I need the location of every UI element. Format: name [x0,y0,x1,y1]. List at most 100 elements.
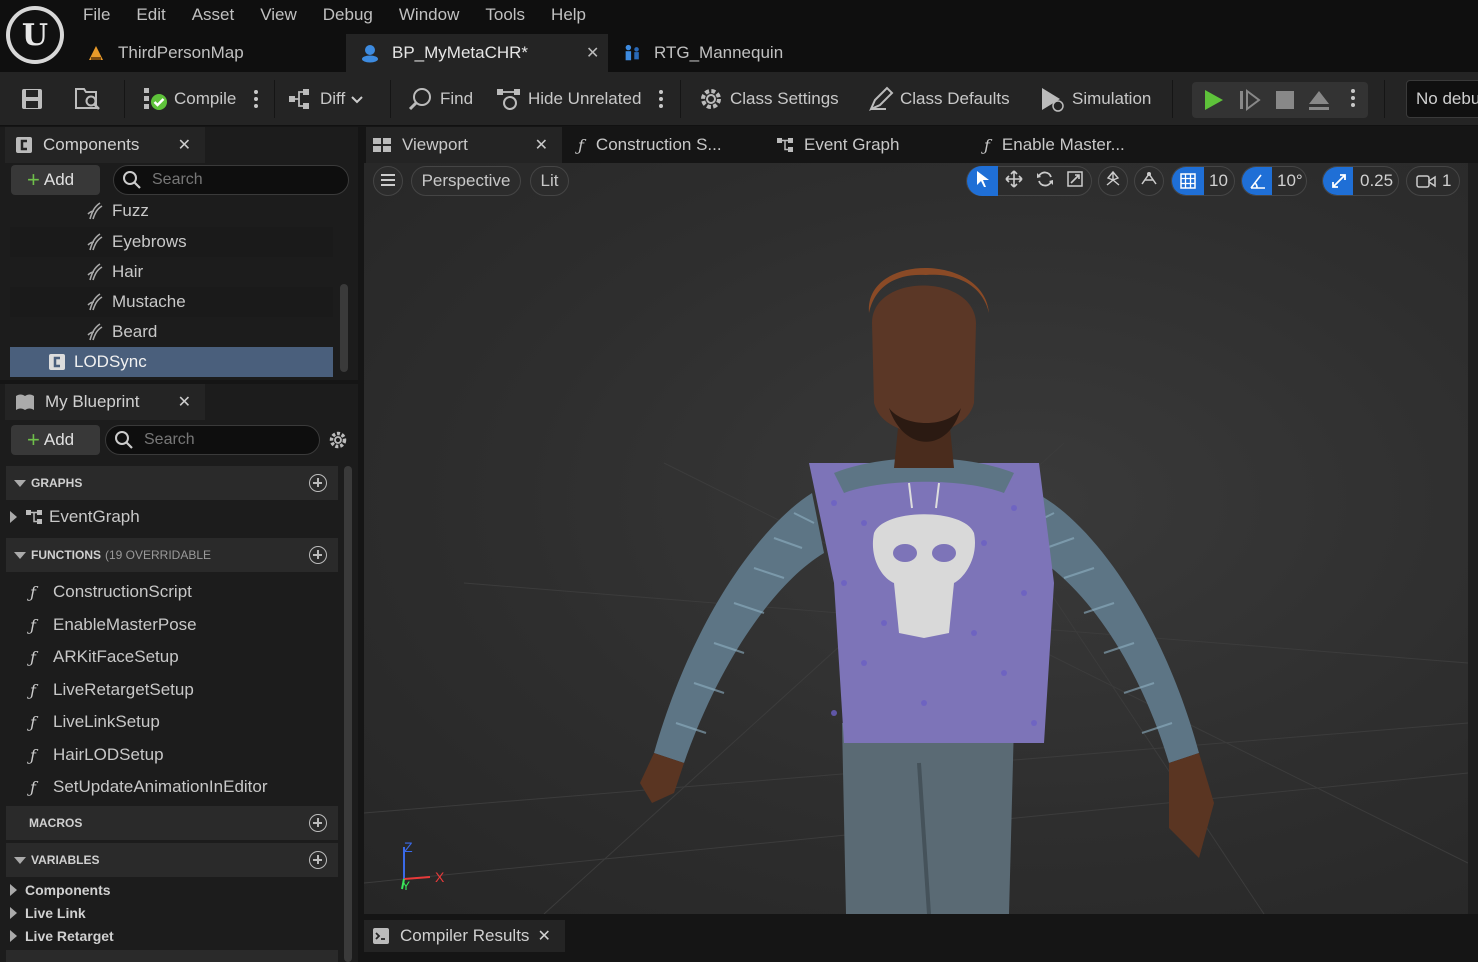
doc-tab-bp-mymetachr[interactable]: BP_MyMetaCHR* ✕ [346,34,608,72]
function-item[interactable]: ƒ HairLODSetup [30,740,164,770]
add-circle-icon[interactable] [309,474,327,492]
component-item-mustache[interactable]: Mustache [10,287,333,317]
add-circle-icon[interactable] [309,546,327,564]
find-button[interactable]: Find [408,72,473,126]
component-item-eyebrows[interactable]: Eyebrows [10,227,333,257]
3d-viewport[interactable]: Perspective Lit Z X Y [364,163,1468,914]
main-menu: File Edit Asset View Debug Window Tools … [70,0,599,32]
compile-button[interactable]: Compile [142,72,236,126]
debug-filter-select[interactable]: No debu [1406,80,1478,118]
lit-button[interactable]: Lit [530,166,569,196]
more-options-icon[interactable] [1351,89,1355,107]
menu-tools[interactable]: Tools [472,0,538,32]
my-blueprint-tab[interactable]: My Blueprint ✕ [5,384,205,420]
doc-tab-rtg-mannequin[interactable]: RTG_Mannequin [608,34,808,72]
component-item-fuzz[interactable]: Fuzz [10,197,333,225]
macros-section-header[interactable]: MACROS [6,806,338,840]
variable-category[interactable]: Components [10,879,111,901]
menu-window[interactable]: Window [386,0,472,32]
rotation-snap-control[interactable]: 10° [1241,166,1307,196]
find-label: Find [440,89,474,108]
my-blueprint-search-input[interactable]: Search [105,425,320,455]
menu-edit[interactable]: Edit [123,0,178,32]
add-circle-icon[interactable] [309,851,327,869]
scale-snap-control[interactable]: 0.25 [1322,166,1399,196]
compile-options-button[interactable] [254,72,258,126]
graph-icon [25,509,43,525]
graphs-section-header[interactable]: GRAPHS [6,466,338,500]
camera-speed-control[interactable]: 1 [1406,166,1460,196]
find-icon [408,86,434,112]
function-item[interactable]: ƒ SetUpdateAnimationInEditor [30,772,268,802]
close-tab-icon[interactable]: ✕ [178,135,191,155]
toolbar-separator [1172,80,1173,118]
add-circle-icon[interactable] [309,814,327,832]
hide-unrelated-button[interactable]: Hide Unrelated [496,72,641,126]
variables-section-header[interactable]: VARIABLES [6,843,338,877]
more-options-icon [254,90,258,108]
axis-z-label: Z [404,839,413,855]
world-local-toggle[interactable] [1098,166,1128,196]
close-tab-icon[interactable]: ✕ [178,392,191,412]
functions-section-header[interactable]: FUNCTIONS (19 OVERRIDABLE [6,538,338,572]
components-scrollbar[interactable] [340,284,348,372]
class-settings-button[interactable]: Class Settings [698,72,839,126]
grid-snap-control[interactable]: 10 [1171,166,1235,196]
function-item[interactable]: ƒ EnableMasterPose [30,610,197,640]
menu-file[interactable]: File [70,0,123,32]
step-forward-icon[interactable] [1239,88,1261,117]
menu-view[interactable]: View [247,0,310,32]
component-item-hair[interactable]: Hair [10,257,333,287]
translate-mode-button[interactable] [1000,166,1028,196]
class-defaults-button[interactable]: Class Defaults [868,72,1010,126]
groom-icon [86,233,104,251]
simulation-button[interactable]: Simulation [1038,72,1151,126]
variable-category[interactable]: Live Link [10,902,86,924]
component-label: Hair [112,262,144,281]
tab-enable-master-pose[interactable]: ƒ Enable Master... [984,127,1125,163]
my-blueprint-scrollbar[interactable] [344,466,352,962]
function-item[interactable]: ƒ LiveRetargetSetup [30,675,194,705]
variable-category[interactable]: Live Retarget [10,925,114,947]
cursor-arrow-icon [976,170,990,193]
doc-tab-thirdpersonmap[interactable]: ThirdPersonMap [72,34,346,72]
tab-event-graph[interactable]: Event Graph [776,127,899,163]
add-component-button[interactable]: + Add [11,165,100,195]
menu-help[interactable]: Help [538,0,599,32]
gear-icon[interactable] [328,430,348,455]
close-tab-icon[interactable]: ✕ [537,926,550,946]
component-item-beard[interactable]: Beard [10,317,333,347]
class-settings-label: Class Settings [730,89,839,108]
close-tab-icon[interactable]: ✕ [586,43,599,63]
browse-button[interactable] [74,72,108,126]
graph-item-eventgraph[interactable]: EventGraph [10,506,140,528]
compiler-results-tab[interactable]: Compiler Results ✕ [364,920,565,952]
unreal-logo-icon[interactable]: U [6,6,64,64]
close-tab-icon[interactable]: ✕ [535,135,548,155]
components-search-input[interactable]: Search [113,165,349,195]
viewport-options-button[interactable] [373,166,403,196]
scale-mode-button[interactable] [1061,166,1089,196]
surface-snap-toggle[interactable] [1134,166,1164,196]
components-tab[interactable]: Components ✕ [5,127,205,163]
groom-icon [86,263,104,281]
function-item[interactable]: ƒ ConstructionScript [30,577,192,607]
play-icon[interactable] [1203,88,1225,117]
function-item[interactable]: ƒ ARKitFaceSetup [30,642,179,672]
component-item-lodsync[interactable]: LODSync [10,347,333,377]
select-mode-button[interactable] [967,166,998,196]
tab-viewport[interactable]: Viewport ✕ [366,127,562,163]
save-button[interactable] [20,72,50,126]
menu-debug[interactable]: Debug [310,0,386,32]
rotate-mode-button[interactable] [1031,166,1059,196]
add-member-button[interactable]: + Add [11,425,100,455]
eject-icon[interactable] [1308,88,1330,117]
stop-icon[interactable] [1275,90,1295,115]
function-icon: ƒ [30,712,36,732]
function-item[interactable]: ƒ LiveLinkSetup [30,707,160,737]
perspective-button[interactable]: Perspective [411,166,521,196]
find-options-button[interactable] [659,72,663,126]
tab-construction-script[interactable]: ƒ Construction S... [578,127,722,163]
diff-button[interactable]: Diff [288,72,363,126]
menu-asset[interactable]: Asset [179,0,248,32]
